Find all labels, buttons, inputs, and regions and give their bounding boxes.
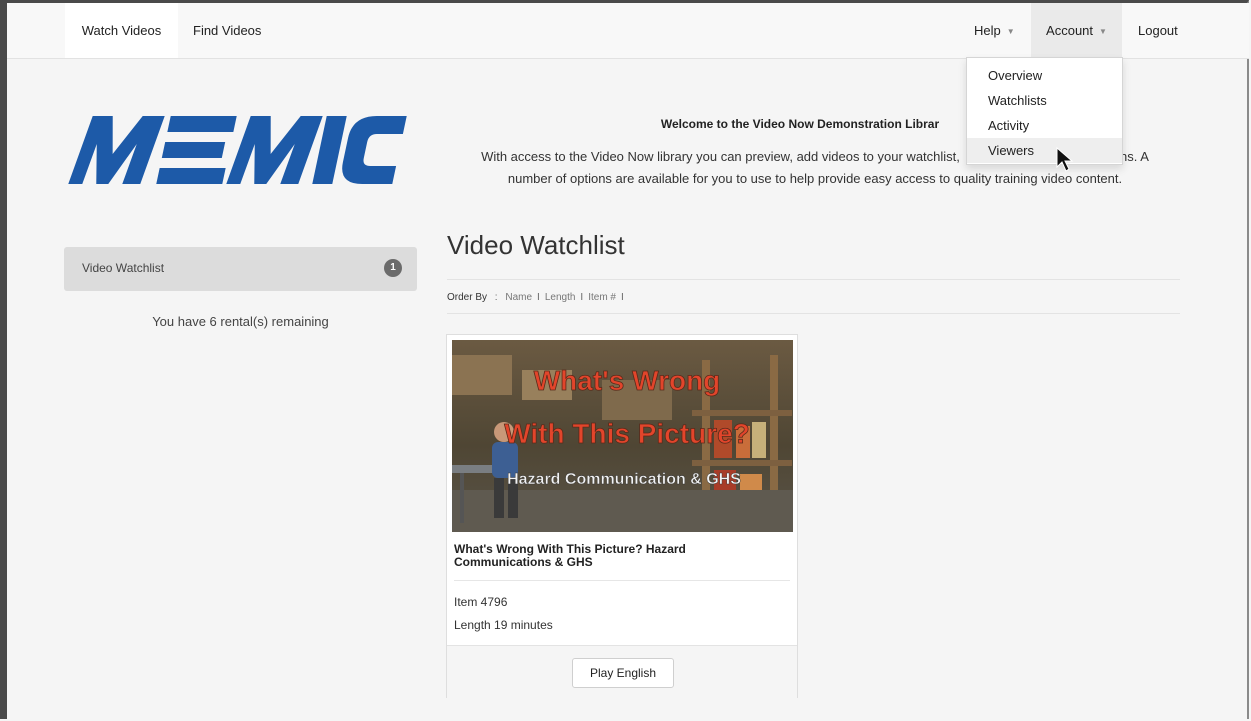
watchlist-count-badge: 1 xyxy=(384,259,402,277)
menu-item-watchlists[interactable]: Watchlists xyxy=(967,88,1122,113)
video-thumbnail[interactable]: What's Wrong With This Picture? Hazard C… xyxy=(452,340,793,532)
caret-down-icon: ▼ xyxy=(1006,27,1015,37)
nav-watch-videos[interactable]: Watch Videos xyxy=(65,3,178,58)
nav-help-label: Help xyxy=(974,23,1001,38)
welcome-text-line2: number of options are available for you … xyxy=(507,171,1123,186)
thumb-title-line1: What's Wrong xyxy=(534,365,721,396)
nav-help-dropdown[interactable]: Help ▼ xyxy=(974,3,1015,58)
video-title: What's Wrong With This Picture? Hazard C… xyxy=(454,542,686,569)
order-by-item-number[interactable]: Item # xyxy=(588,292,616,303)
sidebar-video-watchlist[interactable]: Video Watchlist 1 xyxy=(64,247,417,291)
video-card: What's Wrong With This Picture? Hazard C… xyxy=(446,334,798,698)
welcome-text-line1: With access to the Video Now library you… xyxy=(481,149,960,164)
sidebar-watchlist-label: Video Watchlist xyxy=(82,261,165,275)
nav-logout[interactable]: Logout xyxy=(1138,3,1178,58)
nav-account-dropdown[interactable]: Account ▼ xyxy=(1031,3,1122,58)
video-length: Length 19 minutes xyxy=(454,618,553,632)
account-dropdown-menu: Overview Watchlists Activity Viewers xyxy=(966,57,1123,165)
order-by-bar: Order By : Name I Length I Item # I xyxy=(447,292,624,303)
thumb-title-line2: With This Picture? xyxy=(504,418,750,449)
video-item-number: Item 4796 xyxy=(454,595,508,609)
video-card-footer: Play English xyxy=(447,645,797,698)
page-title: Video Watchlist xyxy=(447,230,625,260)
order-by-name[interactable]: Name xyxy=(505,292,532,303)
menu-item-viewers[interactable]: Viewers xyxy=(967,138,1122,163)
order-by-label: Order By xyxy=(447,292,488,303)
play-english-button[interactable]: Play English xyxy=(572,658,674,688)
menu-item-activity[interactable]: Activity xyxy=(967,113,1122,138)
thumb-subtitle: Hazard Communication & GHS xyxy=(507,471,741,488)
rentals-remaining-text: You have 6 rental(s) remaining xyxy=(152,314,329,329)
caret-down-icon: ▼ xyxy=(1099,27,1107,37)
divider xyxy=(447,279,1180,280)
order-by-separator: : xyxy=(494,292,498,303)
nav-account-label: Account xyxy=(1046,23,1094,38)
divider xyxy=(447,313,1180,314)
menu-item-overview[interactable]: Overview xyxy=(967,63,1122,88)
mouse-cursor-icon xyxy=(1056,147,1074,172)
top-navbar: Watch Videos Find Videos Help ▼ Account ▼ … xyxy=(7,3,1249,59)
memic-logo xyxy=(68,116,407,184)
nav-find-videos[interactable]: Find Videos xyxy=(193,3,261,58)
divider xyxy=(454,580,790,581)
order-by-length[interactable]: Length xyxy=(545,292,576,303)
